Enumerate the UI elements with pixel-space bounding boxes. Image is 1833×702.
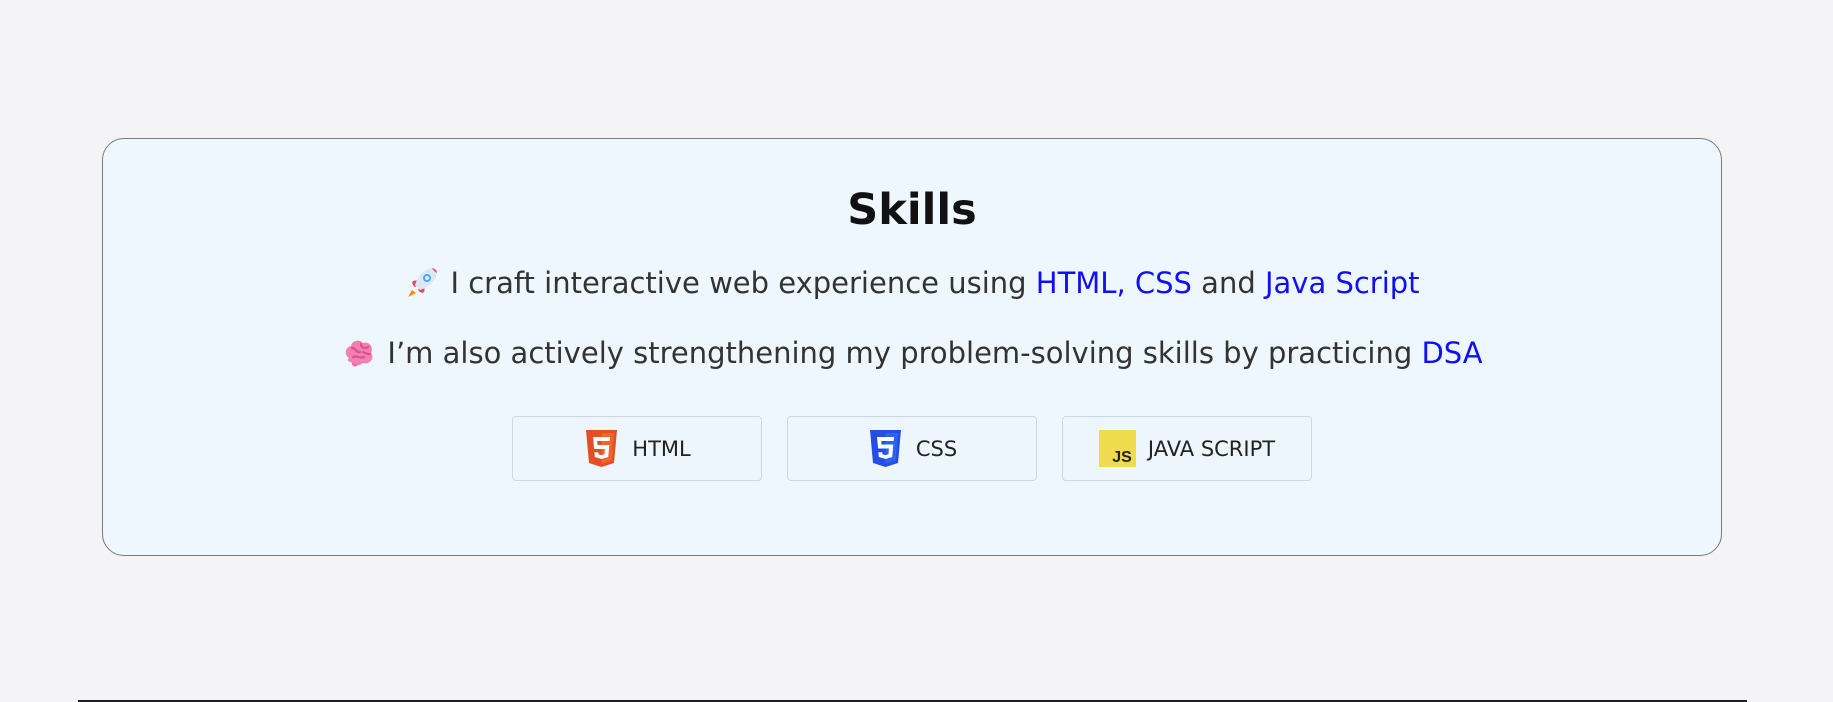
skills-intro-text-middle: and [1191, 266, 1265, 300]
javascript-skill-label: JAVA SCRIPT [1147, 436, 1276, 461]
javascript-icon: JS [1098, 430, 1136, 467]
javascript-highlight: Java Script [1264, 266, 1420, 300]
html-skill-badge: HTML [512, 416, 762, 481]
javascript-skill-badge: JS JAVA SCRIPT [1062, 416, 1312, 481]
svg-text:JS: JS [1112, 449, 1132, 466]
brain-icon [341, 335, 377, 371]
skills-intro-text-before: I craft interactive web experience using [450, 266, 1036, 300]
css3-icon [869, 430, 901, 467]
html-skill-label: HTML [632, 436, 691, 461]
skills-title: Skills [847, 185, 977, 235]
skill-badges: HTML CSS JS JAVA SCRIPT [103, 416, 1721, 481]
html-css-highlight: HTML, CSS [1035, 266, 1192, 300]
skills-card: Skills I craft interactive web experienc… [102, 138, 1722, 556]
css-skill-badge: CSS [787, 416, 1037, 481]
dsa-practice-line: I’m also actively strengthening my probl… [103, 335, 1721, 371]
rocket-icon [404, 265, 440, 301]
skills-intro-line: I craft interactive web experience using… [103, 265, 1721, 301]
dsa-highlight: DSA [1421, 336, 1483, 370]
dsa-practice-text-before: I’m also actively strengthening my probl… [387, 336, 1422, 370]
css-skill-label: CSS [915, 436, 958, 461]
html5-icon [586, 430, 618, 467]
